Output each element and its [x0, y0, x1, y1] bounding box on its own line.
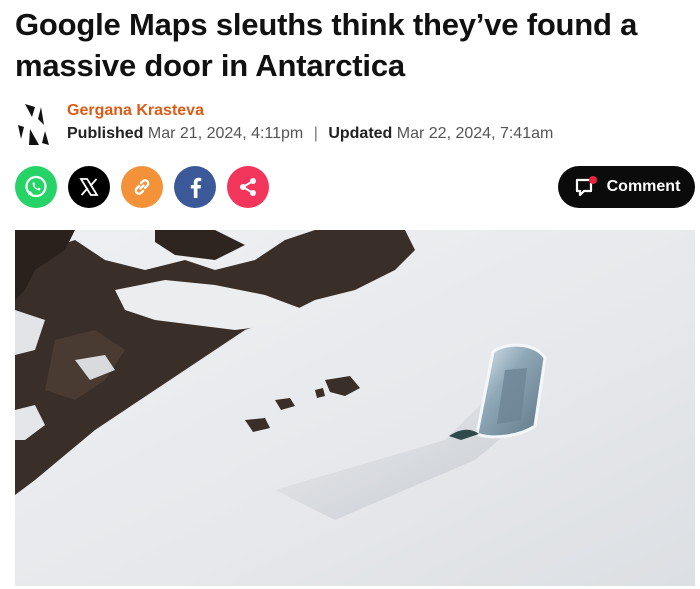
- x-icon: [79, 178, 99, 196]
- article-hero-image[interactable]: [15, 230, 695, 586]
- whatsapp-share-button[interactable]: [15, 166, 57, 208]
- timestamps: Published Mar 21, 2024, 4:11pm | Updated…: [67, 124, 553, 144]
- share-button[interactable]: [227, 166, 269, 208]
- share-icon: [240, 178, 256, 196]
- copy-link-button[interactable]: [121, 166, 163, 208]
- author-logo-icon: [18, 104, 49, 145]
- updated-date: Mar 22, 2024, 7:41am: [396, 125, 554, 142]
- share-bar: Comment: [15, 166, 695, 210]
- author-avatar[interactable]: [15, 101, 59, 147]
- published-label: Published: [67, 125, 144, 142]
- facebook-icon: [190, 177, 202, 198]
- meta-separator: |: [313, 125, 318, 142]
- antarctica-satellite-image: [15, 230, 695, 586]
- comment-icon: [575, 176, 597, 197]
- facebook-share-button[interactable]: [174, 166, 216, 208]
- comment-label: Comment: [606, 178, 681, 195]
- link-icon: [134, 179, 150, 195]
- updated-label: Updated: [328, 125, 393, 142]
- byline: Gergana Krasteva Published Mar 21, 2024,…: [15, 101, 685, 147]
- whatsapp-icon: [25, 175, 47, 198]
- article-headline: Google Maps sleuths think they’ve found …: [15, 7, 638, 83]
- author-name[interactable]: Gergana Krasteva: [67, 101, 204, 121]
- x-share-button[interactable]: [68, 166, 110, 208]
- published-date: Mar 21, 2024, 4:11pm: [147, 125, 304, 142]
- comment-button[interactable]: Comment: [558, 166, 695, 208]
